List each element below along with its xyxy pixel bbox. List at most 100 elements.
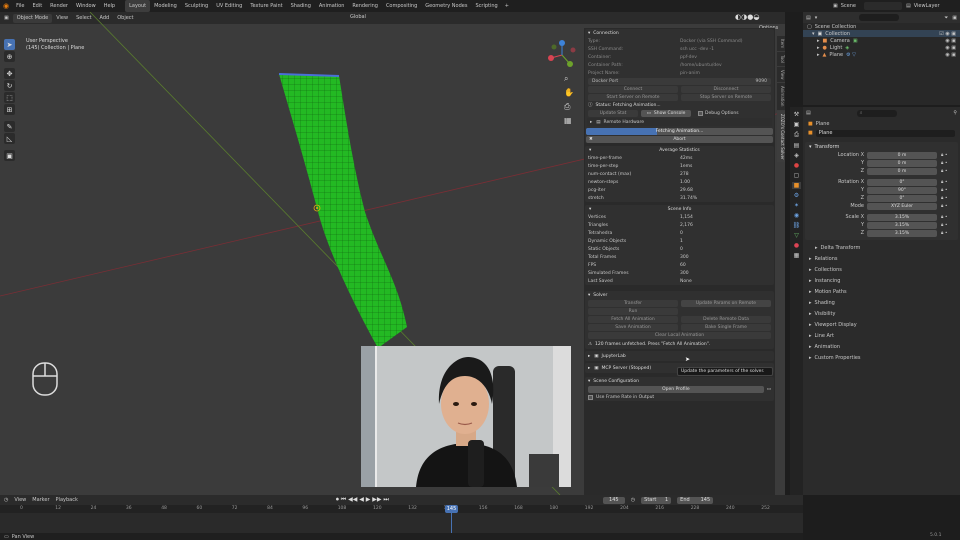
physics-props-icon[interactable]: ◉ — [794, 212, 799, 219]
lock-icon[interactable]: 🔒︎ • — [941, 152, 947, 158]
scale-x-field[interactable]: 3.15% — [867, 213, 937, 221]
mcp-toggle[interactable]: MCP Server (Stopped) — [602, 366, 652, 371]
mcp-expand-icon[interactable]: ▸ — [588, 366, 590, 371]
playhead[interactable]: 145 — [445, 505, 458, 513]
zoom-view-icon[interactable]: ⌕ — [564, 72, 574, 86]
scale-z-field[interactable]: 3.15% — [867, 229, 937, 237]
scene-info-collapse-icon[interactable]: ▾ — [589, 207, 591, 212]
connect-button[interactable]: Connect — [588, 85, 678, 93]
camera-expand-icon[interactable]: ▸ — [817, 38, 820, 44]
playback-controls-icon[interactable]: ⏺ ⏮ ◀◀ ◀ ▶ ▶▶ ⏭ — [336, 496, 389, 504]
render-props-icon[interactable]: ▣ — [794, 121, 800, 128]
clear-local-button[interactable]: Clear Local Animation — [588, 331, 771, 339]
tab-compositing[interactable]: Compositing — [382, 0, 421, 12]
menu-window[interactable]: Window — [72, 0, 100, 12]
lock-icon[interactable]: 🔒︎ • — [941, 168, 947, 174]
lock-icon[interactable]: 🔒︎ • — [941, 195, 947, 201]
outliner-item-light[interactable]: Light — [830, 45, 842, 51]
scene-config-collapse-icon[interactable]: ▾ — [588, 379, 590, 384]
menu-file[interactable]: File — [12, 0, 28, 12]
profile-folder-icon[interactable]: ▭ — [767, 387, 771, 392]
end-frame-field[interactable]: End 145 — [677, 496, 714, 504]
props-section-line-art[interactable]: ▸ Line Art — [803, 330, 960, 341]
particles-props-icon[interactable]: ✶ — [794, 202, 799, 209]
tab-scripting[interactable]: Scripting — [471, 0, 501, 12]
timeline-editor-icon[interactable]: ◷ — [4, 497, 8, 503]
rotation-x-field[interactable]: 0° — [867, 178, 937, 186]
collection-visibility-icon[interactable]: ☑ ◉ ▣ — [939, 31, 956, 37]
camera-view-icon[interactable]: ⎙ — [564, 100, 574, 114]
props-section-animation[interactable]: ▸ Animation — [803, 341, 960, 352]
location-y-field[interactable]: 0 m — [867, 159, 937, 167]
props-section-collections[interactable]: ▸ Collections — [803, 264, 960, 275]
start-server-button[interactable]: Start Server on Remote — [588, 93, 678, 101]
outliner-display-icon[interactable]: ▾ — [815, 15, 818, 21]
outliner-item-camera[interactable]: Camera — [830, 38, 850, 44]
transform-collapse-icon[interactable]: ▾ — [809, 144, 812, 150]
rotation-mode-field[interactable]: XYZ Euler — [867, 202, 937, 210]
collection-expand-icon[interactable]: ▾ — [812, 31, 815, 37]
jupyter-toggle[interactable]: JupyterLab — [602, 354, 626, 359]
location-z-field[interactable]: 0 m — [867, 167, 937, 175]
lock-icon[interactable]: 🔒︎ • — [941, 160, 947, 166]
camera-visibility-icon[interactable]: ◉ ▣ — [945, 38, 956, 44]
tab-rendering[interactable]: Rendering — [348, 0, 382, 12]
tab-shading[interactable]: Shading — [287, 0, 315, 12]
location-x-field[interactable]: 0 m — [867, 151, 937, 159]
lock-icon[interactable]: 🔒︎ • — [941, 222, 947, 228]
tab-modeling[interactable]: Modeling — [150, 0, 181, 12]
outliner-filter-icon[interactable]: ⏷ — [944, 15, 948, 21]
object-props-icon[interactable]: ■ — [791, 182, 802, 189]
conn-container-field[interactable]: ppf-dev — [680, 55, 697, 60]
tab-sculpting[interactable]: Sculpting — [181, 0, 212, 12]
blender-logo-icon[interactable]: ◉ — [0, 2, 12, 10]
tab-layout[interactable]: Layout — [125, 0, 151, 12]
current-frame-field[interactable]: 145 — [602, 496, 625, 504]
menu-edit[interactable]: Edit — [28, 0, 46, 12]
docker-port-field[interactable]: Docker Port 9090 — [588, 77, 771, 85]
remote-hardware-toggle[interactable]: Remote Hardware — [604, 120, 645, 125]
lock-icon[interactable]: 🔒︎ • — [941, 203, 947, 209]
rotation-y-field[interactable]: 90° — [867, 186, 937, 194]
tab-uv-editing[interactable]: UV Editing — [212, 0, 246, 12]
expand-icon[interactable]: ▸ — [590, 120, 592, 125]
scene-props-icon[interactable]: ◈ — [794, 152, 799, 159]
outliner-item-plane[interactable]: Plane — [829, 52, 843, 58]
sidebar-tab-item[interactable]: Item — [777, 36, 785, 52]
tab-texture-paint[interactable]: Texture Paint — [246, 0, 286, 12]
disconnect-button[interactable]: Disconnect — [681, 85, 771, 93]
ortho-toggle-icon[interactable]: ▦ — [564, 114, 574, 128]
conn-ssh-field[interactable]: ssh ucc -dev -1 — [680, 47, 714, 52]
outliner-search-input[interactable] — [859, 14, 900, 21]
sidebar-tab-view[interactable]: View — [777, 66, 785, 83]
plane-expand-icon[interactable]: ▸ — [817, 52, 820, 58]
use-frame-rate-checkbox[interactable] — [588, 394, 593, 400]
viewlayer-name[interactable]: ViewLayer — [914, 3, 940, 9]
props-pin-icon[interactable]: ⚲ — [953, 110, 957, 116]
collapse-icon[interactable]: ▾ — [588, 31, 590, 36]
show-console-button[interactable]: ▭ Show Console — [641, 109, 691, 117]
props-section-custom-properties[interactable]: ▸ Custom Properties — [803, 352, 960, 363]
pan-view-icon[interactable]: ✋ — [564, 86, 574, 100]
tab-geometry-nodes[interactable]: Geometry Nodes — [421, 0, 471, 12]
conn-project-field[interactable]: pin-anim — [680, 71, 700, 76]
timeline-track-area[interactable] — [0, 513, 803, 533]
outliner-editor-icon[interactable]: ▤ — [806, 15, 811, 21]
conn-path-field[interactable]: /home/ubuntu/dev — [680, 63, 722, 68]
props-section-delta-transform[interactable]: ▸ Delta Transform — [803, 242, 960, 253]
lock-icon[interactable]: 🔒︎ • — [941, 179, 947, 185]
object-name-field[interactable]: Plane — [815, 129, 955, 137]
sidebar-tab-contact-solver[interactable]: ZOZO's Contact Solver — [777, 110, 785, 163]
lock-icon[interactable]: 🔒︎ • — [941, 230, 947, 236]
timeline-ruler[interactable]: 0122436486072849610812013214415616818019… — [0, 505, 803, 513]
props-section-viewport-display[interactable]: ▸ Viewport Display — [803, 319, 960, 330]
props-section-shading[interactable]: ▸ Shading — [803, 297, 960, 308]
props-section-instancing[interactable]: ▸ Instancing — [803, 275, 960, 286]
scene-collection-label[interactable]: Scene Collection — [815, 24, 857, 30]
debug-options-checkbox[interactable] — [698, 110, 703, 116]
timeline-menu-view[interactable]: View — [14, 497, 26, 503]
menu-render[interactable]: Render — [46, 0, 72, 12]
lock-icon[interactable]: 🔒︎ • — [941, 214, 947, 220]
sidebar-tab-tool[interactable]: Tool — [777, 52, 785, 66]
save-animation-button[interactable]: Save Animation — [588, 323, 678, 331]
